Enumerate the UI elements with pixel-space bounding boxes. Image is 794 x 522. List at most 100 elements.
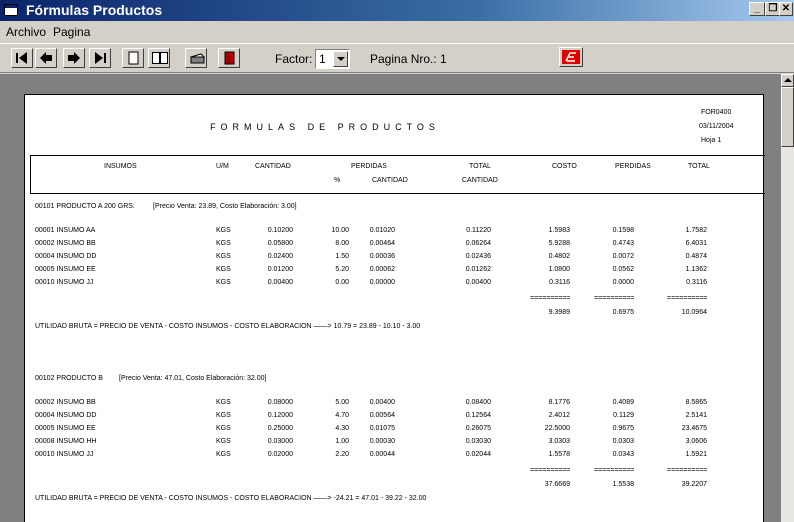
insumo-total: 1.5921 bbox=[685, 451, 707, 458]
report-title: FORMULAS DE PRODUCTOS bbox=[210, 122, 440, 132]
last-page-button[interactable] bbox=[89, 48, 111, 68]
scroll-up-icon[interactable] bbox=[781, 74, 794, 87]
title-bar[interactable]: Fórmulas Productos _ ❐ ✕ bbox=[0, 0, 794, 21]
factor-label: Factor: bbox=[275, 52, 313, 66]
single-page-icon bbox=[128, 51, 139, 65]
insumo-name: 00002 INSUMO BB bbox=[35, 399, 96, 406]
close-icon: ✕ bbox=[781, 3, 791, 14]
col-header-total-costo: TOTAL bbox=[688, 163, 710, 170]
insumo-um: KGS bbox=[216, 266, 231, 273]
subtotal-separator: =========== bbox=[594, 467, 634, 474]
insumo-costo: 22.5000 bbox=[544, 425, 570, 432]
insumo-total: 1.1362 bbox=[685, 266, 707, 273]
col-header-perdidas-costo: PERDIDAS bbox=[615, 163, 651, 170]
insumo-total: 23.4675 bbox=[681, 425, 707, 432]
insumo-perdidas: 0.0562 bbox=[612, 266, 634, 273]
scroll-thumb[interactable] bbox=[781, 87, 794, 147]
page-number-label: Pagina Nro.: 1 bbox=[370, 52, 447, 66]
insumo-perdidas: 0.0303 bbox=[612, 438, 634, 445]
menu-archivo[interactable]: Archivo bbox=[6, 25, 46, 39]
insumo-total: 0.4874 bbox=[685, 253, 707, 260]
header-rule-top bbox=[30, 155, 765, 156]
total-general: 39.2207 bbox=[681, 481, 707, 488]
perdida-pct: 10.00 bbox=[331, 227, 349, 234]
insumo-costo: 3.0303 bbox=[548, 438, 570, 445]
insumo-um: KGS bbox=[216, 451, 231, 458]
col-header-perdidas: PERDIDAS bbox=[351, 163, 387, 170]
two-pages-icon bbox=[152, 52, 168, 64]
previous-page-button[interactable] bbox=[35, 48, 57, 68]
insumo-cantidad: 0.08000 bbox=[267, 399, 293, 406]
factor-value: 1 bbox=[319, 52, 326, 66]
insumo-cantidad: 0.03000 bbox=[267, 438, 293, 445]
perdida-cantidad: 0.00030 bbox=[369, 438, 395, 445]
perdida-pct: 8.00 bbox=[335, 240, 349, 247]
insumo-perdidas: 0.4743 bbox=[612, 240, 634, 247]
perdida-cantidad: 0.00564 bbox=[369, 412, 395, 419]
close-button[interactable]: ✕ bbox=[779, 2, 793, 16]
perdida-pct: 4.30 bbox=[335, 425, 349, 432]
window-icon[interactable] bbox=[4, 4, 18, 16]
last-page-icon bbox=[95, 52, 106, 64]
total-cantidad: 0.11220 bbox=[466, 227, 491, 234]
report-code: FOR0400 bbox=[701, 109, 732, 116]
next-page-icon bbox=[68, 52, 80, 64]
insumo-name: 00005 INSUMO EE bbox=[35, 425, 96, 432]
col-header-perdidas-cantidad: CANTIDAD bbox=[372, 177, 408, 184]
insumo-cantidad: 0.01200 bbox=[267, 266, 293, 273]
menu-bar: Archivo Pagina bbox=[0, 23, 794, 42]
insumo-total: 0.3116 bbox=[686, 279, 707, 286]
header-rule-left bbox=[30, 155, 31, 193]
insumo-costo: 0.4802 bbox=[548, 253, 570, 260]
insumo-cantidad: 0.02400 bbox=[267, 253, 293, 260]
perdida-cantidad: 0.00044 bbox=[369, 451, 395, 458]
perdida-pct: 2.20 bbox=[335, 451, 349, 458]
two-pages-button[interactable] bbox=[148, 48, 170, 68]
insumo-total: 2.5141 bbox=[685, 412, 707, 419]
col-header-total-cantidad: CANTIDAD bbox=[462, 177, 498, 184]
perdida-pct: 5.00 bbox=[335, 399, 349, 406]
vertical-scrollbar[interactable] bbox=[781, 74, 794, 522]
insumo-name: 00001 INSUMO AA bbox=[35, 227, 96, 234]
export-button[interactable] bbox=[559, 47, 583, 67]
report-viewer[interactable]: FOR0400 03/11/2004 Hoja 1 FORMULAS DE PR… bbox=[0, 74, 781, 522]
total-cantidad: 0.00400 bbox=[465, 279, 491, 286]
menu-pagina[interactable]: Pagina bbox=[53, 25, 90, 39]
product-heading: 00101 PRODUCTO A 200 GRS. bbox=[35, 203, 135, 210]
insumo-name: 00008 INSUMO HH bbox=[35, 438, 97, 445]
insumo-name: 00005 INSUMO EE bbox=[35, 266, 96, 273]
app-window: Fórmulas Productos _ ❐ ✕ Archivo Pagina bbox=[0, 0, 794, 522]
insumo-cantidad: 0.12000 bbox=[267, 412, 293, 419]
insumo-costo: 5.9288 bbox=[548, 240, 570, 247]
first-page-button[interactable] bbox=[11, 48, 33, 68]
total-general: 10.0964 bbox=[681, 309, 707, 316]
perdida-pct: 4.70 bbox=[335, 412, 349, 419]
insumo-total: 8.5865 bbox=[685, 399, 707, 406]
print-button[interactable] bbox=[185, 48, 207, 68]
insumo-total: 6.4031 bbox=[685, 240, 707, 247]
product-price-note: [Precio Venta: 23.89, Costo Elaboración:… bbox=[153, 203, 297, 210]
next-page-button[interactable] bbox=[63, 48, 85, 68]
product-heading: 00102 PRODUCTO B bbox=[35, 375, 103, 382]
insumo-perdidas: 0.4089 bbox=[612, 399, 634, 406]
toolbar: Factor: 1 Pagina Nro.: 1 bbox=[0, 43, 794, 73]
minimize-button[interactable]: _ bbox=[749, 2, 765, 16]
perdida-cantidad: 0.01075 bbox=[369, 425, 395, 432]
perdida-cantidad: 0.00464 bbox=[369, 240, 395, 247]
chevron-down-icon[interactable] bbox=[333, 51, 348, 67]
export-icon bbox=[562, 50, 580, 64]
insumo-cantidad: 0.10200 bbox=[267, 227, 293, 234]
insumo-um: KGS bbox=[216, 425, 231, 432]
total-cantidad: 0.01262 bbox=[465, 266, 491, 273]
col-header-total: TOTAL bbox=[469, 163, 491, 170]
exit-button[interactable] bbox=[218, 48, 240, 68]
col-header-um: U/M bbox=[216, 163, 229, 170]
insumo-perdidas: 0.0000 bbox=[612, 279, 634, 286]
insumo-name: 00004 INSUMO DD bbox=[35, 412, 97, 419]
insumo-total: 3.0606 bbox=[685, 438, 707, 445]
total-cantidad: 0.06264 bbox=[465, 240, 491, 247]
insumo-name: 00010 INSUMO JJ bbox=[35, 279, 94, 286]
factor-dropdown[interactable]: 1 bbox=[315, 49, 350, 69]
perdida-cantidad: 0.00400 bbox=[369, 399, 395, 406]
single-page-button[interactable] bbox=[122, 48, 144, 68]
